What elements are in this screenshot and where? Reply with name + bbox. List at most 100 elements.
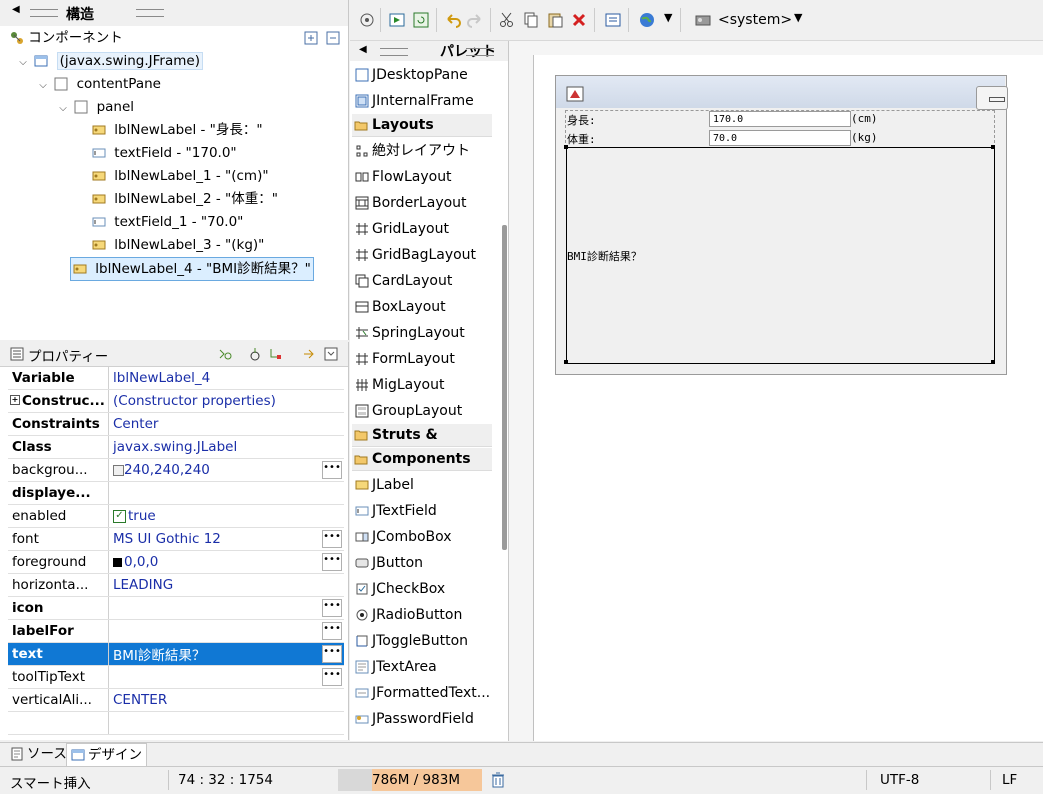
paste-icon[interactable] (546, 11, 564, 29)
goto-definition-icon[interactable] (302, 347, 316, 361)
weight-textfield[interactable]: 70.0 (709, 130, 851, 146)
tree-item-contentpane[interactable]: ⌵ contentPane (36, 73, 161, 95)
tree-item-textfield[interactable]: textField - "170.0" (92, 142, 237, 164)
palette-item-jinternalframe[interactable]: JInternalFrame (355, 88, 474, 114)
expand-all-icon[interactable] (304, 30, 318, 45)
trash-icon[interactable] (491, 772, 505, 788)
properties-menu-icon[interactable] (324, 347, 338, 361)
palette-item-springlayout[interactable]: SpringLayout (355, 320, 465, 346)
chevron-down-icon[interactable]: ⌵ (56, 98, 70, 120)
palette-item-cardlayout[interactable]: CardLayout (355, 268, 452, 294)
palette-item-jpasswordfield[interactable]: JPasswordField (355, 706, 474, 732)
file-encoding[interactable]: UTF-8 (880, 772, 919, 788)
test-preview-icon[interactable] (388, 11, 406, 29)
palette-item-borderlayout[interactable]: BorderLayout (355, 190, 467, 216)
checkbox-checked-icon[interactable]: ✓ (113, 509, 126, 523)
prop-value-cell[interactable]: 0,0,0 ••• (108, 550, 344, 574)
palette-item-jtextfield[interactable]: JTextField (355, 498, 437, 524)
drag-handle[interactable] (380, 48, 408, 56)
prop-row-font[interactable]: font MS UI Gothic 12 ••• (8, 527, 344, 551)
delete-icon[interactable] (570, 11, 588, 29)
minimize-button[interactable] (976, 86, 1008, 110)
prop-value[interactable]: LEADING (108, 573, 344, 597)
prop-row-class[interactable]: Class javax.swing.JLabel (8, 435, 344, 459)
tree-item-jframe[interactable]: ⌵ (javax.swing.JFrame) (16, 50, 203, 72)
globe-dropdown-icon[interactable]: ▼ (664, 11, 672, 24)
drag-handle[interactable] (30, 9, 58, 17)
chevron-down-icon[interactable]: ▼ (794, 11, 802, 24)
prop-value[interactable]: (Constructor properties) (108, 389, 344, 413)
edit-button[interactable]: ••• (322, 461, 342, 479)
prop-row-verticalalign[interactable]: verticalAli... CENTER (8, 688, 344, 712)
edit-button[interactable]: ••• (322, 553, 342, 571)
prop-row-variable[interactable]: Variable lblNewLabel_4 (8, 367, 344, 390)
palette-item-jformattedtext[interactable]: JFormattedText... (355, 680, 490, 706)
undo-icon[interactable] (444, 11, 462, 29)
palette-item-grouplayout[interactable]: GroupLayout (355, 398, 462, 424)
collapse-left-icon[interactable]: ◀ (12, 4, 20, 15)
palette-item-boxlayout[interactable]: BoxLayout (355, 294, 446, 320)
drag-handle-right[interactable] (136, 9, 164, 17)
jframe-titlebar[interactable] (556, 76, 1008, 110)
prop-value-cell[interactable]: ••• (108, 596, 344, 620)
palette-item-jcombobox[interactable]: JComboBox (355, 524, 452, 550)
resize-handle[interactable] (564, 360, 568, 364)
prop-row-tooltip[interactable]: toolTipText ••• (8, 665, 344, 689)
edit-button[interactable]: ••• (322, 599, 342, 617)
tree-item-label[interactable]: lblNewLabel_1 - "(cm)" (92, 165, 269, 187)
prop-value[interactable]: javax.swing.JLabel (108, 435, 344, 459)
refresh-icon[interactable] (412, 11, 430, 29)
height-textfield[interactable]: 170.0 (709, 111, 851, 127)
palette-item-jcheckbox[interactable]: JCheckBox (355, 576, 445, 602)
convert-local-icon[interactable] (248, 347, 262, 361)
tab-design-active[interactable]: デザイン (66, 743, 147, 768)
palette-item-flowlayout[interactable]: FlowLayout (355, 164, 452, 190)
expand-plus-icon[interactable]: + (10, 395, 20, 405)
chevron-down-icon[interactable]: ⌵ (36, 75, 50, 97)
tree-item-label[interactable]: lblNewLabel_2 - "体重：" (92, 188, 278, 210)
resize-handle[interactable] (564, 145, 568, 149)
prop-row-horizontal[interactable]: horizonta... LEADING (8, 573, 344, 597)
line-ending[interactable]: LF (1002, 772, 1017, 788)
palette-item-jdesktoppane[interactable]: JDesktopPane (355, 62, 468, 88)
palette-category-layouts[interactable]: Layouts (352, 114, 492, 137)
prop-row-labelfor[interactable]: labelFor ••• (8, 619, 344, 643)
drag-handle-right[interactable] (466, 48, 494, 56)
look-and-feel-select[interactable]: <system> (718, 12, 792, 28)
edit-button[interactable]: ••• (322, 530, 342, 548)
palette-item-miglayout[interactable]: MigLayout (355, 372, 444, 398)
prop-value[interactable] (108, 481, 344, 505)
tree-item-textfield[interactable]: textField_1 - "70.0" (92, 211, 243, 233)
prop-row-constructor[interactable]: + Construc... (Constructor properties) (8, 389, 344, 413)
palette-category-components[interactable]: Components (352, 448, 492, 471)
palette-scrollbar[interactable] (502, 225, 507, 550)
resize-handle[interactable] (991, 360, 995, 364)
prop-value[interactable]: CENTER (108, 688, 344, 712)
prop-row-background[interactable]: backgrou... 240,240,240 ••• (8, 458, 344, 482)
show-structure-icon[interactable] (358, 11, 376, 29)
prop-value-cell[interactable]: BMI診断結果？ ••• (108, 642, 344, 666)
prop-value-cell[interactable]: 240,240,240 ••• (108, 458, 344, 482)
copy-icon[interactable] (522, 11, 540, 29)
cut-icon[interactable] (498, 11, 516, 29)
globe-icon[interactable] (638, 11, 656, 29)
palette-item-jbutton[interactable]: JButton (355, 550, 423, 576)
heap-status[interactable]: 786M / 983M (338, 769, 482, 791)
palette-item-gridlayout[interactable]: GridLayout (355, 216, 449, 242)
edit-button[interactable]: ••• (322, 645, 342, 663)
prop-value[interactable]: Center (108, 412, 344, 436)
prop-row-icon[interactable]: icon ••• (8, 596, 344, 620)
edit-button[interactable]: ••• (322, 668, 342, 686)
look-and-feel-icon[interactable] (694, 11, 712, 29)
prop-row-text-selected[interactable]: text BMI診断結果？ ••• (8, 642, 344, 666)
result-label-selected[interactable]: BMI診断結果？ (566, 147, 995, 364)
tree-item-panel[interactable]: ⌵ panel (56, 96, 134, 118)
palette-item-jlabel[interactable]: JLabel (355, 472, 414, 498)
tree-item-label[interactable]: lblNewLabel - "身長：" (92, 119, 263, 141)
palette-item-gridbaglayout[interactable]: GridBagLayout (355, 242, 476, 268)
palette-item-jradiobutton[interactable]: JRadioButton (355, 602, 462, 628)
palette-category-struts[interactable]: Struts & Springs (352, 424, 492, 465)
cursor-position[interactable]: 74 : 32 : 1754 (178, 772, 273, 788)
prop-row-enabled[interactable]: enabled ✓ true (8, 504, 344, 528)
tab-order-icon[interactable] (604, 11, 622, 29)
